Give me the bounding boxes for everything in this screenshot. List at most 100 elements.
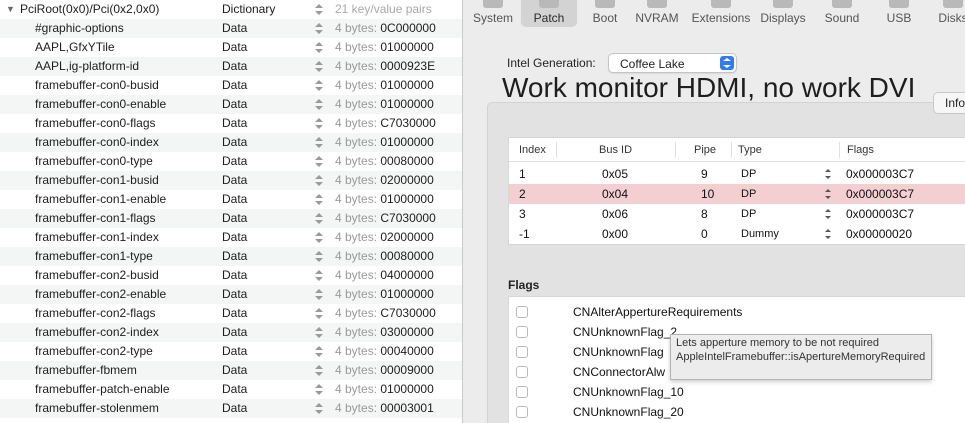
connector-type[interactable]: Dummy <box>741 224 779 244</box>
type-stepper-icon[interactable] <box>825 189 833 199</box>
plist-row[interactable]: framebuffer-con0-enable Data 4 bytes: 0100… <box>0 95 462 114</box>
type-stepper-icon[interactable] <box>314 270 324 281</box>
plist-row[interactable]: AAPL,GfxYTile Data 4 bytes: 01000000 <box>0 38 462 57</box>
type-stepper-icon[interactable] <box>314 156 324 167</box>
type-stepper-icon[interactable] <box>314 61 324 72</box>
type-stepper-icon[interactable] <box>314 194 324 205</box>
connector-row[interactable]: -1 0x00 0 Dummy 0x00000020 <box>509 224 965 244</box>
col-bus-id-header[interactable]: Bus ID <box>599 144 632 156</box>
flag-checkbox[interactable] <box>516 366 528 378</box>
connector-bus-id[interactable]: 0x04 <box>602 184 628 204</box>
connector-pipe[interactable]: 9 <box>701 164 708 184</box>
flag-checkbox[interactable] <box>516 326 528 338</box>
intel-generation-select[interactable]: Coffee Lake <box>608 53 737 73</box>
type-stepper-icon[interactable] <box>314 403 324 414</box>
connector-type[interactable]: DP <box>741 164 756 184</box>
plist-value[interactable]: 4 bytes: 0000923E <box>335 57 435 76</box>
type-stepper-icon[interactable] <box>314 80 324 91</box>
plist-row[interactable]: framebuffer-stolenmem Data 4 bytes: 000030… <box>0 399 462 418</box>
plist-value[interactable]: 4 bytes: 00003001 <box>335 399 434 418</box>
col-pipe-header[interactable]: Pipe <box>694 144 716 156</box>
tab-boot[interactable]: Boot <box>587 0 623 27</box>
type-stepper-icon[interactable] <box>314 365 324 376</box>
tab-sound[interactable]: Sound <box>818 0 866 27</box>
connector-row[interactable]: 2 0x04 10 DP 0x000003C7 <box>509 184 965 204</box>
plist-value[interactable]: 4 bytes: 00080000 <box>335 247 434 266</box>
type-stepper-icon[interactable] <box>314 308 324 319</box>
type-stepper-icon[interactable] <box>825 229 833 239</box>
col-flags-header[interactable]: Flags <box>847 144 874 156</box>
plist-row[interactable]: framebuffer-con2-enable Data 4 bytes: 0100… <box>0 285 462 304</box>
plist-row[interactable]: framebuffer-con1-type Data 4 bytes: 000800… <box>0 247 462 266</box>
plist-row[interactable]: framebuffer-con2-busid Data 4 bytes: 04000… <box>0 266 462 285</box>
tab-nvram[interactable]: NVRAM <box>632 0 682 27</box>
connector-flags[interactable]: 0x000003C7 <box>846 204 914 224</box>
plist-row[interactable]: AAPL,ig-platform-id Data 4 bytes: 0000923E <box>0 57 462 76</box>
plist-value[interactable]: 4 bytes: 00009000 <box>335 361 434 380</box>
plist-value[interactable]: 4 bytes: 0C000000 <box>335 19 436 38</box>
plist-row[interactable]: #graphic-options Data 4 bytes: 0C000000 <box>0 19 462 38</box>
tab-displays[interactable]: Displays <box>755 0 811 27</box>
plist-value[interactable]: 4 bytes: 01000000 <box>335 95 434 114</box>
type-stepper-icon[interactable] <box>314 232 324 243</box>
type-stepper-icon[interactable] <box>314 384 324 395</box>
type-stepper-icon[interactable] <box>314 289 324 300</box>
type-stepper-icon[interactable] <box>314 327 324 338</box>
plist-row[interactable]: framebuffer-fbmem Data 4 bytes: 00009000 <box>0 361 462 380</box>
tab-extensions[interactable]: Extensions <box>690 0 752 27</box>
connector-row[interactable]: 3 0x06 8 DP 0x000003C7 <box>509 204 965 224</box>
connector-bus-id[interactable]: 0x00 <box>602 224 628 244</box>
col-type-header[interactable]: Type <box>738 144 762 156</box>
plist-row[interactable]: framebuffer-con2-flags Data 4 bytes: C7030… <box>0 304 462 323</box>
plist-row[interactable]: framebuffer-con2-type Data 4 bytes: 000400… <box>0 342 462 361</box>
plist-value[interactable]: 4 bytes: 01000000 <box>335 380 434 399</box>
plist-row[interactable]: framebuffer-con1-index Data 4 bytes: 02000… <box>0 228 462 247</box>
plist-value[interactable]: 4 bytes: 01000000 <box>335 285 434 304</box>
plist-row[interactable]: framebuffer-con0-type Data 4 bytes: 000800… <box>0 152 462 171</box>
connector-flags[interactable]: 0x000003C7 <box>846 184 914 204</box>
connector-flags[interactable]: 0x00000020 <box>846 224 912 244</box>
tab-patch[interactable]: Patch <box>521 0 577 27</box>
connector-pipe[interactable]: 8 <box>701 204 708 224</box>
type-stepper-icon[interactable] <box>314 4 324 15</box>
plist-root-row[interactable]: ▼ PciRoot(0x0)/Pci(0x2,0x0) Dictionary 2… <box>0 0 462 19</box>
tab-system[interactable]: System <box>465 0 521 27</box>
type-stepper-icon[interactable] <box>825 169 833 179</box>
plist-value[interactable]: 4 bytes: C7030000 <box>335 209 436 228</box>
type-stepper-icon[interactable] <box>825 209 833 219</box>
connector-type[interactable]: DP <box>741 204 756 224</box>
col-index-header[interactable]: Index <box>519 144 546 156</box>
plist-value[interactable]: 4 bytes: 01000000 <box>335 133 434 152</box>
plist-row[interactable]: framebuffer-con0-flags Data 4 bytes: C7030… <box>0 114 462 133</box>
tab-info[interactable]: Info <box>933 92 965 114</box>
disclosure-triangle-icon[interactable]: ▼ <box>6 0 15 19</box>
type-stepper-icon[interactable] <box>314 118 324 129</box>
type-stepper-icon[interactable] <box>314 42 324 53</box>
type-stepper-icon[interactable] <box>314 137 324 148</box>
type-stepper-icon[interactable] <box>314 213 324 224</box>
plist-value[interactable]: 4 bytes: 01000000 <box>335 190 434 209</box>
connector-type[interactable]: DP <box>741 184 756 204</box>
connector-pipe[interactable]: 0 <box>701 224 708 244</box>
plist-row[interactable]: framebuffer-con0-busid Data 4 bytes: 01000… <box>0 76 462 95</box>
plist-value[interactable]: 4 bytes: 02000000 <box>335 171 434 190</box>
type-stepper-icon[interactable] <box>314 346 324 357</box>
plist-value[interactable]: 4 bytes: 04000000 <box>335 266 434 285</box>
connector-pipe[interactable]: 10 <box>701 184 714 204</box>
type-stepper-icon[interactable] <box>314 99 324 110</box>
flag-checkbox[interactable] <box>516 406 528 418</box>
plist-value[interactable]: 4 bytes: C7030000 <box>335 304 436 323</box>
tab-disks[interactable]: Disks <box>933 0 965 27</box>
type-stepper-icon[interactable] <box>314 175 324 186</box>
flag-checkbox[interactable] <box>516 346 528 358</box>
connector-bus-id[interactable]: 0x06 <box>602 204 628 224</box>
connector-bus-id[interactable]: 0x05 <box>602 164 628 184</box>
plist-row[interactable]: framebuffer-con1-busid Data 4 bytes: 02000… <box>0 171 462 190</box>
plist-value[interactable]: 4 bytes: 01000000 <box>335 76 434 95</box>
plist-row[interactable]: framebuffer-patch-enable Data 4 bytes: 010… <box>0 380 462 399</box>
plist-value[interactable]: 4 bytes: 00040000 <box>335 342 434 361</box>
plist-value[interactable]: 4 bytes: 00080000 <box>335 152 434 171</box>
tab-usb[interactable]: USB <box>881 0 917 27</box>
connector-flags[interactable]: 0x000003C7 <box>846 164 914 184</box>
plist-value[interactable]: 4 bytes: 01000000 <box>335 38 434 57</box>
